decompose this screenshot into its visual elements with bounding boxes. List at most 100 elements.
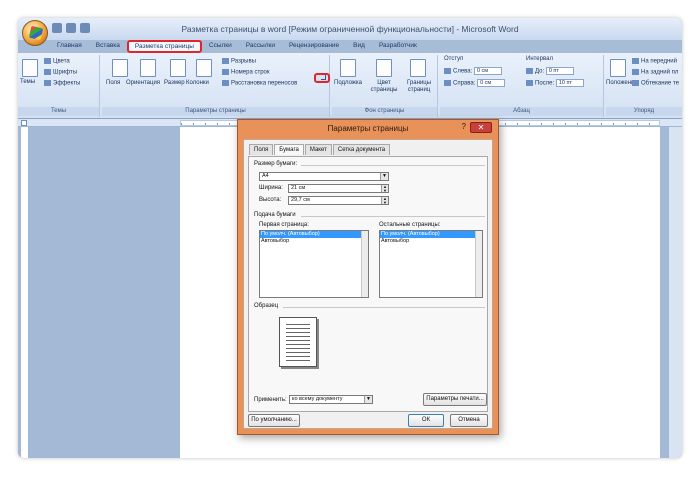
indent-label: Отступ <box>444 56 464 62</box>
send-backward-icon <box>632 69 639 75</box>
other-pages-list[interactable]: По умолч. (Автовыбор) Автовыбор <box>379 230 483 298</box>
help-icon[interactable]: ? <box>462 122 466 131</box>
columns-icon[interactable] <box>196 59 212 77</box>
set-default-button[interactable]: По умолчанию... <box>248 414 300 427</box>
paper-tab-panel: Размер бумаги: A4 ▼ Ширина: 21 см ▲ ▼ Выс… <box>248 156 488 412</box>
list-item[interactable]: Автовыбор <box>380 238 482 245</box>
page-borders-icon[interactable] <box>410 59 426 77</box>
preview-line <box>286 324 310 325</box>
dialog-tab-layout[interactable]: Макет <box>304 144 332 155</box>
size-button[interactable]: Размер <box>164 80 185 86</box>
theme-colors[interactable]: Цвета <box>44 58 70 65</box>
tab-developer[interactable]: Разработчик <box>372 40 424 53</box>
spacing-after-icon <box>526 80 533 86</box>
dialog-tabs: Поля Бумага Макет Сетка документа <box>249 144 391 155</box>
title-bar: Разметка страницы в word [Режим ограниче… <box>18 18 682 46</box>
first-page-list[interactable]: По умолч. (Автовыбор) Автовыбор <box>259 230 369 298</box>
fonts-icon <box>44 69 51 75</box>
page-setup-dialog-launcher[interactable] <box>314 73 330 83</box>
ok-button[interactable]: ОК <box>408 414 444 427</box>
paper-source-separator <box>301 216 485 217</box>
word-window: Разметка страницы в word [Режим ограниче… <box>18 18 682 458</box>
window-title: Разметка страницы в word [Режим ограниче… <box>181 24 519 34</box>
spacing-before: До: 0 пт <box>526 67 574 75</box>
text-wrapping-button[interactable]: Обтекание те <box>632 80 679 87</box>
close-icon[interactable]: ✕ <box>470 122 492 133</box>
hyphenation-button[interactable]: Расстановка переносов <box>222 80 297 87</box>
breaks-icon <box>222 58 229 64</box>
office-logo-icon <box>28 25 44 41</box>
columns-button[interactable]: Колонки <box>186 80 209 86</box>
tab-review[interactable]: Рецензирование <box>282 40 346 53</box>
height-label: Высота: <box>259 197 282 203</box>
themes-button[interactable]: Темы <box>20 79 35 85</box>
effects-icon <box>44 80 51 86</box>
dialog-title: Параметры страницы <box>327 124 409 133</box>
office-button[interactable] <box>22 20 48 46</box>
tab-references[interactable]: Ссылки <box>202 40 239 53</box>
page-color-button[interactable]: Цвет страницы <box>366 80 402 94</box>
dialog-tab-margins[interactable]: Поля <box>249 144 274 155</box>
size-icon[interactable] <box>170 59 186 77</box>
preview-line <box>286 328 310 329</box>
tab-page-layout[interactable]: Разметка страницы <box>126 40 202 53</box>
dialog-tab-document-grid[interactable]: Сетка документа <box>332 144 391 155</box>
list-scrollbar[interactable] <box>475 231 482 297</box>
page-borders-button[interactable]: Границы страниц <box>402 80 436 94</box>
ribbon-tabs: Главная Вставка Разметка страницы Ссылки… <box>50 40 424 53</box>
spacing-after-input[interactable]: 10 пт <box>555 79 584 87</box>
watermark-icon[interactable] <box>340 59 356 77</box>
cancel-button[interactable]: Отмена <box>450 414 488 427</box>
themes-icon[interactable] <box>22 59 38 77</box>
text-wrapping-icon <box>632 80 639 86</box>
orientation-button[interactable]: Ориентация <box>126 80 160 86</box>
send-backward-button[interactable]: На задний пл <box>632 69 678 76</box>
breaks-button[interactable]: Разрывы <box>222 58 256 65</box>
preview-line <box>286 344 310 345</box>
apply-to-select[interactable]: ко всему документу ▼ <box>289 395 373 404</box>
print-options-button[interactable]: Параметры печати... <box>423 393 487 406</box>
theme-fonts[interactable]: Шрифты <box>44 69 77 76</box>
height-input[interactable]: 29,7 см ▲ ▼ <box>288 196 389 205</box>
list-scrollbar[interactable] <box>361 231 368 297</box>
list-item[interactable]: Автовыбор <box>260 238 368 245</box>
tab-home[interactable]: Главная <box>50 40 89 53</box>
tab-selector-icon[interactable] <box>21 120 27 126</box>
orientation-icon[interactable] <box>140 59 156 77</box>
position-icon[interactable] <box>610 59 626 77</box>
theme-effects[interactable]: Эффекты <box>44 80 80 87</box>
spacing-before-input[interactable]: 0 пт <box>545 67 574 75</box>
other-pages-label: Остальные страницы: <box>379 222 441 228</box>
margins-button[interactable]: Поля <box>106 80 120 86</box>
width-label: Ширина: <box>259 185 283 191</box>
line-numbers-icon <box>222 69 229 75</box>
watermark-button[interactable]: Подложка <box>334 80 362 86</box>
tab-view[interactable]: Вид <box>346 40 372 53</box>
tab-mailings[interactable]: Рассылки <box>239 40 282 53</box>
page-color-icon[interactable] <box>376 59 392 77</box>
preview-line <box>286 336 310 337</box>
line-numbers-button[interactable]: Номера строк <box>222 69 270 76</box>
page-preview <box>279 317 317 367</box>
bring-forward-button[interactable]: На передний <box>632 58 677 65</box>
spacing-label: Интервал <box>526 56 553 62</box>
indent-left-input[interactable]: 0 см <box>473 67 502 75</box>
width-spinner-icon[interactable]: ▲ ▼ <box>381 185 388 192</box>
indent-right-input[interactable]: 0 см <box>477 79 506 87</box>
vertical-scrollbar[interactable] <box>668 127 682 458</box>
dialog-tab-paper[interactable]: Бумага <box>274 144 304 155</box>
dialog-body: Поля Бумага Макет Сетка документа Размер… <box>243 139 493 429</box>
paragraph-group: Отступ Слева: 0 см Справа: 0 см Интервал… <box>440 55 604 117</box>
indent-left-icon <box>444 68 451 74</box>
list-item[interactable]: По умолч. (Автовыбор) <box>260 231 368 238</box>
vertical-ruler <box>21 127 29 458</box>
preview-label: Образец <box>254 303 279 309</box>
margins-icon[interactable] <box>112 59 128 77</box>
height-spinner-icon[interactable]: ▲ ▼ <box>381 197 388 204</box>
list-item[interactable]: По умолч. (Автовыбор) <box>380 231 482 238</box>
paper-size-select[interactable]: A4 ▼ <box>259 172 389 181</box>
preview-line <box>286 356 310 357</box>
page-background-group: Подложка Цвет страницы Границы страниц Ф… <box>332 55 438 117</box>
tab-insert[interactable]: Вставка <box>89 40 127 53</box>
width-input[interactable]: 21 см ▲ ▼ <box>288 184 389 193</box>
